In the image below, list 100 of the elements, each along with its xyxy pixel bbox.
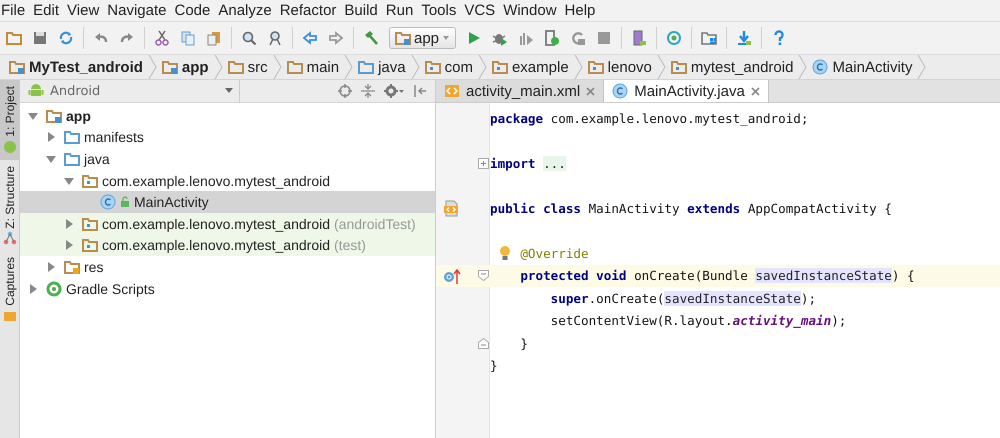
- breadcrumb[interactable]: MainActivity: [807, 58, 918, 76]
- tree-item[interactable]: com.example.lenovo.mytest_android: [20, 170, 435, 192]
- download-icon[interactable]: [736, 30, 752, 46]
- menu-item[interactable]: VCS: [463, 2, 500, 19]
- chevron-icon: [917, 55, 926, 79]
- breadcrumb[interactable]: lenovo: [582, 58, 657, 76]
- save-icon[interactable]: [32, 30, 48, 46]
- side-tab[interactable]: Z: Structure: [0, 160, 19, 252]
- folder-icon: [82, 237, 98, 254]
- target-icon[interactable]: [338, 84, 352, 98]
- override-icon[interactable]: [443, 268, 461, 284]
- folder-icon: [82, 172, 98, 189]
- expand-fold-icon[interactable]: [478, 158, 488, 169]
- expand-arrow-icon[interactable]: [27, 282, 39, 295]
- folder-icon: [9, 59, 25, 75]
- breadcrumb[interactable]: java: [353, 58, 411, 76]
- menu-item[interactable]: View: [66, 2, 104, 19]
- hide-panel-icon[interactable]: [413, 84, 427, 98]
- folder-icon[interactable]: [6, 30, 22, 46]
- play-icon[interactable]: [466, 30, 482, 46]
- menu-item[interactable]: Run: [384, 2, 418, 19]
- tree-item[interactable]: com.example.lenovo.mytest_android (androidTest): [20, 212, 435, 235]
- collapse-fold-icon[interactable]: [478, 338, 488, 349]
- expand-arrow-icon[interactable]: [63, 239, 75, 252]
- search-icon[interactable]: [241, 30, 257, 46]
- side-tab[interactable]: Captures: [0, 251, 19, 330]
- chevron-icon: [344, 55, 354, 79]
- circle-icon: [46, 280, 62, 297]
- menu-item[interactable]: File: [0, 2, 30, 19]
- structure-icon: [2, 231, 16, 246]
- code-line: setContentView(R.layout.activity_main);: [550, 313, 846, 328]
- folder-icon: [162, 59, 178, 75]
- circle-icon[interactable]: [666, 30, 682, 46]
- menu-item[interactable]: Edit: [32, 2, 64, 19]
- folder-icon: [670, 59, 687, 75]
- tree-item[interactable]: MainActivity: [20, 191, 435, 213]
- hammer-icon[interactable]: [363, 30, 379, 46]
- tree-item[interactable]: java: [20, 148, 435, 170]
- code-line: import ...: [490, 156, 566, 171]
- collapse-fold-icon[interactable]: [478, 270, 488, 282]
- forward-arrow-icon[interactable]: [328, 30, 344, 46]
- close-icon[interactable]: [750, 86, 760, 96]
- folder-icon: [286, 59, 303, 75]
- scissors-icon[interactable]: [154, 30, 170, 46]
- tree-item[interactable]: manifests: [20, 126, 435, 148]
- window-icon[interactable]: [701, 30, 718, 46]
- menu-item[interactable]: Code: [173, 2, 214, 19]
- menu-item[interactable]: Refactor: [278, 2, 340, 19]
- expand-arrow-icon[interactable]: [45, 131, 57, 144]
- code-line: }: [490, 358, 498, 374]
- run-config-dropdown[interactable]: app: [389, 27, 456, 49]
- side-tab[interactable]: 1: Project: [0, 80, 19, 160]
- expand-arrow-icon[interactable]: [63, 218, 75, 230]
- breadcrumb[interactable]: mytest_android: [666, 58, 798, 76]
- breadcrumb[interactable]: app: [156, 58, 214, 76]
- chevron-icon: [410, 55, 420, 79]
- chevron-icon: [214, 55, 223, 79]
- folder-icon: [64, 258, 80, 275]
- tree-item[interactable]: app: [20, 105, 435, 127]
- caret-icon: [442, 34, 450, 42]
- breadcrumb[interactable]: main: [282, 58, 344, 76]
- menu-item[interactable]: Build: [343, 2, 382, 19]
- device-bug-icon[interactable]: [544, 30, 560, 46]
- phone-icon[interactable]: [631, 30, 648, 46]
- sync-icon[interactable]: [58, 30, 74, 46]
- editor-tab[interactable]: activity_main.xml: [436, 80, 604, 102]
- back-arrow-icon[interactable]: [302, 30, 318, 46]
- layout-file-icon: [444, 83, 460, 99]
- stop-icon[interactable]: [596, 30, 612, 46]
- folder-icon: [395, 30, 411, 46]
- menu-item[interactable]: Window: [502, 2, 561, 19]
- tree-item[interactable]: res: [20, 256, 435, 278]
- lightbulb-icon[interactable]: [498, 245, 512, 262]
- editor-tab[interactable]: MainActivity.java: [604, 80, 769, 102]
- tree-label: app: [66, 108, 91, 124]
- breadcrumb[interactable]: com: [420, 58, 478, 76]
- code-editor[interactable]: [436, 103, 1000, 438]
- breadcrumb[interactable]: example: [486, 58, 574, 76]
- menu-item[interactable]: Tools: [420, 2, 460, 19]
- tree-item[interactable]: Gradle Scripts: [20, 278, 435, 300]
- chevron-icon: [798, 55, 808, 79]
- paste-icon[interactable]: [206, 30, 222, 46]
- expand-arrow-icon[interactable]: [45, 260, 57, 273]
- bar-chart-icon[interactable]: [518, 30, 534, 46]
- collapse-icon[interactable]: [361, 84, 375, 98]
- tree-item[interactable]: com.example.lenovo.mytest_android (test): [20, 234, 435, 256]
- menu-item[interactable]: Analyze: [217, 2, 276, 19]
- folder-icon: [64, 150, 80, 167]
- menu-item[interactable]: Navigate: [106, 2, 170, 19]
- copy-icon[interactable]: [180, 30, 196, 46]
- refresh-icon[interactable]: [570, 30, 586, 46]
- breadcrumb[interactable]: MyTest_android: [4, 58, 148, 76]
- folder-icon: [228, 59, 244, 75]
- menu-item[interactable]: Help: [564, 2, 600, 19]
- layout-file-icon[interactable]: [443, 200, 459, 217]
- class-icon: [100, 194, 116, 210]
- chevron-icon: [656, 55, 666, 79]
- settings-icon[interactable]: [384, 84, 404, 98]
- close-icon[interactable]: [586, 86, 596, 96]
- breadcrumb[interactable]: src: [222, 58, 273, 76]
